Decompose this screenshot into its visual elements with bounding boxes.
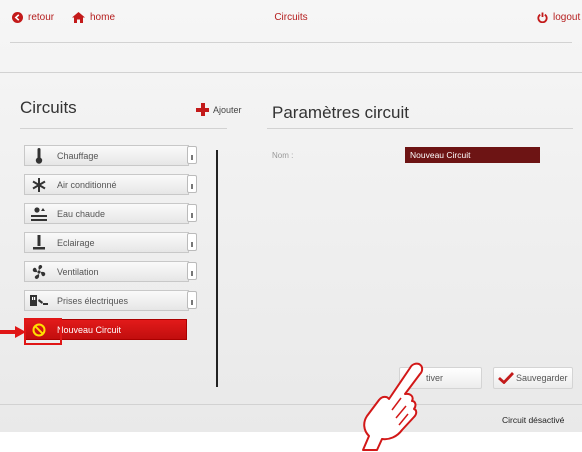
lock-icon[interactable]	[187, 262, 197, 280]
circuit-label: Eau chaude	[57, 208, 106, 219]
panel-separator	[216, 150, 218, 387]
lock-icon[interactable]	[187, 233, 197, 251]
logout-label: logout	[553, 12, 581, 23]
circuit-item-eau-chaude[interactable]: Eau chaude	[24, 203, 189, 224]
save-label: Sauvegarder	[516, 373, 568, 383]
name-label: Nom :	[272, 151, 294, 160]
left-title-underline	[20, 128, 227, 129]
plus-icon	[196, 103, 209, 116]
page-title: Circuits	[274, 12, 308, 23]
activate-label: tiver	[426, 373, 444, 383]
app-window: retour home Circuits logout Circuits Ajo…	[0, 0, 582, 432]
lamp-icon	[25, 234, 53, 251]
circuit-label: Chauffage	[57, 150, 99, 161]
red-arrow-icon	[0, 326, 26, 338]
circuit-label: Air conditionné	[57, 179, 117, 190]
thermometer-icon	[25, 147, 53, 164]
power-icon	[537, 12, 548, 23]
add-circuit-label: Ajouter	[213, 104, 242, 115]
circuit-item-ventilation[interactable]: Ventilation	[24, 261, 189, 282]
name-field[interactable]	[405, 147, 540, 163]
top-bar: retour home Circuits logout	[0, 0, 582, 42]
logout-link[interactable]: logout	[537, 12, 580, 23]
right-title-underline	[267, 128, 573, 129]
footer-divider	[0, 404, 582, 405]
highlight-box	[24, 318, 62, 345]
save-button[interactable]: Sauvegarder	[493, 367, 573, 389]
top-divider	[10, 42, 572, 43]
add-circuit-button[interactable]: Ajouter	[196, 103, 242, 116]
lock-icon[interactable]	[187, 146, 197, 164]
circuit-item-air-conditionne[interactable]: Air conditionné	[24, 174, 189, 195]
plug-icon	[25, 294, 53, 308]
fan-icon	[25, 264, 53, 280]
lock-icon[interactable]	[187, 175, 197, 193]
water-heater-icon	[25, 206, 53, 221]
circuit-item-eclairage[interactable]: Eclairage	[24, 232, 189, 253]
left-panel-title: Circuits	[20, 98, 77, 117]
circuit-item-prises-electriques[interactable]: Prises électriques	[24, 290, 189, 311]
circuit-label: Prises électriques	[57, 295, 129, 306]
circuit-item-chauffage[interactable]: Chauffage	[24, 145, 189, 166]
circuit-label: Ventilation	[57, 266, 99, 277]
pointing-hand-icon	[362, 362, 424, 451]
lock-icon[interactable]	[187, 204, 197, 222]
circuit-label: Nouveau Circuit	[57, 324, 122, 335]
lock-icon[interactable]	[187, 291, 197, 309]
right-panel-title: Paramètres circuit	[272, 103, 409, 122]
status-text: Circuit désactivé	[502, 415, 565, 425]
checkmark-icon	[498, 372, 514, 384]
circuit-label: Eclairage	[57, 237, 95, 248]
header-divider	[0, 72, 582, 73]
snowflake-icon	[25, 177, 53, 193]
